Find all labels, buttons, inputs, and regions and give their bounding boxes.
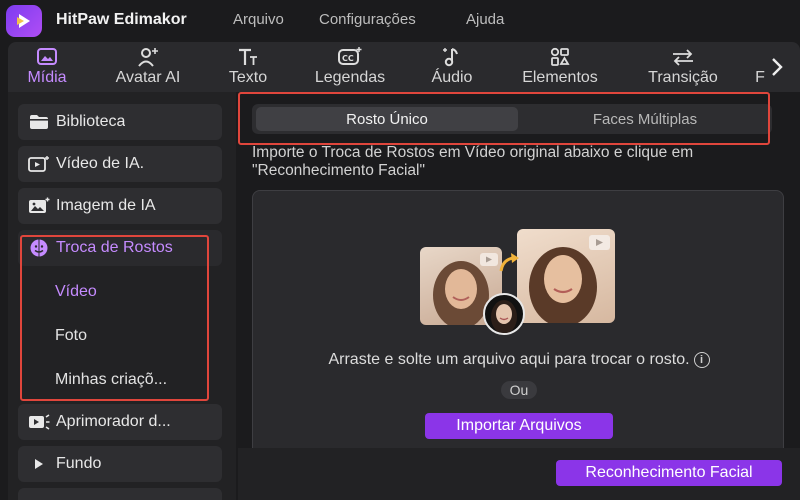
play-triangle-icon — [28, 455, 50, 473]
highlight-box-face-swap — [20, 235, 209, 401]
sidebar-item-label: Vídeo de IA. — [56, 155, 145, 172]
menu-arquivo[interactable]: Arquivo — [233, 11, 284, 28]
face-recognition-button[interactable]: Reconhecimento Facial — [556, 460, 782, 486]
menu-ajuda[interactable]: Ajuda — [466, 11, 504, 28]
tab-audio[interactable]: Áudio — [422, 42, 482, 92]
ai-image-icon — [28, 197, 50, 215]
sidebar-item-aprimorador[interactable]: Aprimorador d... — [18, 404, 222, 440]
sidebar-item-label: Aprimorador d... — [56, 413, 171, 430]
tab-elementos[interactable]: Elementos — [508, 42, 612, 92]
main-panel: Rosto Único Faces Múltiplas Importe o Tr… — [238, 92, 800, 500]
tab-texto[interactable]: Texto — [220, 42, 276, 92]
title-bar: HitPaw Edimakor Arquivo Configurações Aj… — [0, 0, 800, 42]
sidebar-item-video-de-ia[interactable]: Vídeo de IA. — [18, 146, 222, 182]
elements-icon — [547, 46, 573, 68]
instruction-text: Importe o Troca de Rostos em Vídeo origi… — [252, 144, 694, 179]
toolbar: Mídia Avatar AI Texto CC Legendas Áudio … — [8, 42, 800, 92]
sidebar-item-imagem-de-ia[interactable]: Imagem de IA — [18, 188, 222, 224]
avatar-icon — [136, 46, 160, 68]
transition-icon — [669, 46, 697, 68]
import-files-button[interactable]: Importar Arquivos — [425, 413, 613, 439]
text-icon — [236, 46, 260, 68]
footer-bar: Reconhecimento Facial — [238, 448, 800, 500]
highlight-box-tabs — [238, 92, 770, 145]
tab-midia[interactable]: Mídia — [20, 42, 74, 92]
target-face-avatar — [483, 293, 525, 335]
menu-configuracoes[interactable]: Configurações — [319, 11, 416, 28]
sidebar-item-fundo[interactable]: Fundo — [18, 446, 222, 482]
ai-video-icon — [28, 155, 50, 173]
app-logo-icon — [6, 5, 42, 37]
tab-label: Elementos — [522, 69, 598, 86]
svg-text:CC: CC — [342, 54, 354, 63]
tab-legendas[interactable]: CC Legendas — [303, 42, 397, 92]
folder-icon — [28, 113, 50, 131]
drop-zone-text: Arraste e solte um arquivo aqui para tro… — [253, 351, 785, 369]
tab-avatar-ai[interactable]: Avatar AI — [102, 42, 194, 92]
sidebar-item-label: Imagem de IA — [56, 197, 156, 214]
media-icon — [36, 46, 58, 68]
app-name: HitPaw Edimakor — [56, 11, 187, 28]
sidebar-item-partial[interactable] — [18, 488, 222, 500]
tab-label: Legendas — [314, 69, 386, 86]
swap-arrow-icon — [498, 251, 522, 280]
drop-zone-label: Arraste e solte um arquivo aqui para tro… — [328, 351, 690, 368]
enhancer-icon — [28, 413, 50, 431]
captions-icon: CC — [337, 46, 363, 68]
tab-label: Texto — [228, 69, 268, 86]
tab-label: Transição — [648, 69, 718, 86]
tab-label: Áudio — [431, 69, 473, 86]
sidebar-item-biblioteca[interactable]: Biblioteca — [18, 104, 222, 140]
result-face-image — [517, 229, 615, 323]
sidebar-item-label: Fundo — [56, 455, 102, 472]
chevron-right-icon[interactable] — [764, 52, 790, 82]
tab-label: Mídia — [27, 69, 67, 86]
audio-icon — [441, 46, 463, 68]
tab-transicao[interactable]: Transição — [636, 42, 730, 92]
or-separator: Ou — [501, 381, 537, 399]
info-icon[interactable]: i — [693, 352, 710, 368]
sidebar-item-label: Biblioteca — [56, 113, 126, 130]
tab-label: Avatar AI — [115, 69, 181, 86]
